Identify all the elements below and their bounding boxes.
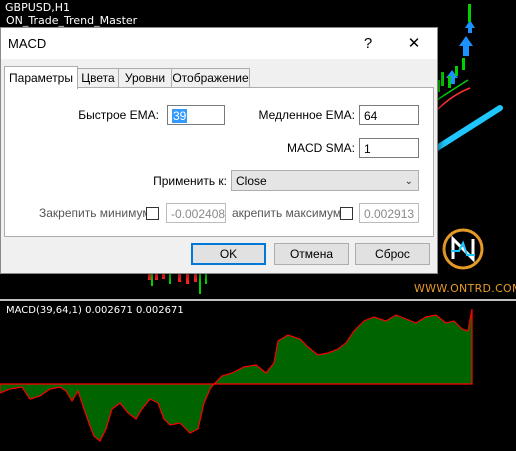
dialog-title: MACD	[8, 36, 47, 51]
chevron-down-icon: ⌄	[404, 176, 413, 187]
cancel-button[interactable]: Отмена	[274, 243, 349, 265]
macd-sma-label: MACD SMA:	[286, 141, 355, 155]
macd-histogram	[0, 308, 473, 442]
reset-button[interactable]: Сброс	[355, 243, 430, 265]
fix-max-input[interactable]: 0.002913	[359, 203, 419, 223]
fix-min-label: Закрепить минимум	[39, 206, 151, 220]
fast-ema-value: 39	[172, 109, 188, 123]
macd-dialog[interactable]: MACD ? ✕ Параметры Цвета Уровни Отображе…	[0, 27, 438, 274]
fix-max-checkbox[interactable]	[340, 207, 353, 220]
tab-visualization[interactable]: Отображение	[171, 68, 250, 88]
trend-line	[434, 105, 503, 151]
fix-min-input[interactable]: -0.002408	[166, 203, 226, 223]
tab-levels[interactable]: Уровни	[118, 68, 172, 88]
fast-ema-label: Быстрое EMA:	[78, 108, 159, 122]
tab-colors[interactable]: Цвета	[77, 68, 119, 88]
apply-to-select[interactable]: Close ⌄	[231, 170, 419, 191]
bull-arrow-icon	[459, 36, 473, 56]
ok-button[interactable]: OK	[191, 243, 266, 265]
macd-sma-input[interactable]: 1	[359, 138, 419, 158]
fast-ema-input[interactable]: 39	[167, 105, 225, 125]
apply-to-value: Close	[236, 174, 267, 188]
fix-min-checkbox[interactable]	[146, 207, 159, 220]
dialog-titlebar[interactable]: MACD ? ✕	[1, 28, 437, 59]
macd-area	[0, 308, 473, 442]
help-button[interactable]: ?	[353, 32, 383, 56]
watermark-text: WWW.ONTRD.COM	[414, 282, 516, 295]
apply-to-label: Применить к:	[153, 174, 227, 188]
fix-max-label: акрепить максимум	[232, 206, 342, 220]
indicator-line	[436, 87, 471, 111]
close-button[interactable]: ✕	[399, 32, 429, 56]
slow-ema-input[interactable]: 64	[359, 105, 419, 125]
tab-parameters[interactable]: Параметры	[4, 66, 78, 89]
parameters-panel: Быстрое EMA: 39 Медленное EMA: 64 MACD S…	[4, 87, 434, 237]
slow-ema-label: Медленное EMA:	[258, 108, 356, 122]
ontrd-logo-icon	[437, 227, 489, 271]
